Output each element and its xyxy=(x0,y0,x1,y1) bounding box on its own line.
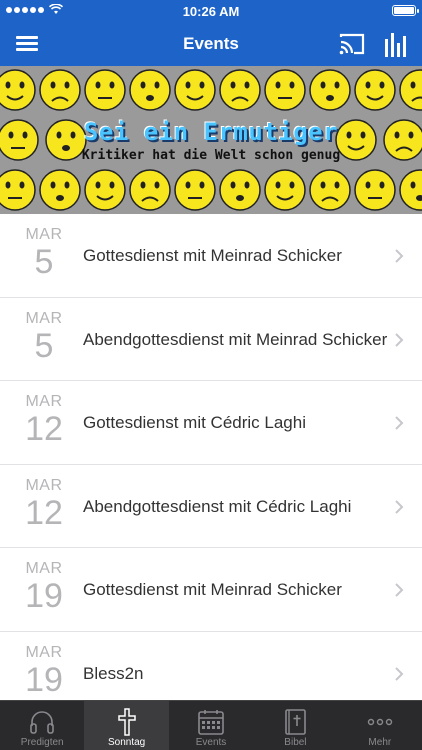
calendar-icon xyxy=(198,710,224,735)
tab-sonntag[interactable]: Sonntag xyxy=(84,701,169,750)
status-time: 10:26 AM xyxy=(182,4,240,19)
emoji-face xyxy=(174,69,216,111)
event-title: Gottesdienst mit Cédric Laghi xyxy=(83,413,306,432)
tab-label: Events xyxy=(195,737,227,748)
tab-bar: Predigten Sonntag Events Bibel Mehr xyxy=(0,700,422,750)
emoji-face xyxy=(354,69,396,111)
emoji-face xyxy=(264,69,306,111)
emoji-face xyxy=(309,169,351,211)
tab-label: Mehr xyxy=(368,737,392,748)
event-day: 12 xyxy=(25,410,63,448)
event-month: MAR xyxy=(25,309,63,327)
emoji-face xyxy=(84,69,126,111)
event-day: 12 xyxy=(25,493,63,532)
event-date: MAR 12 xyxy=(22,477,66,531)
event-title: Abendgottesdienst mit Cédric Laghi xyxy=(83,496,352,516)
emoji-face xyxy=(264,169,306,211)
bar-chart-icon[interactable] xyxy=(384,31,408,57)
event-list: MAR 5 Gottesdienst mit Meinrad Schicker … xyxy=(0,214,422,715)
event-date: MAR 5 xyxy=(22,310,66,364)
emoji-face xyxy=(39,69,81,111)
tab-bibel[interactable]: Bibel xyxy=(253,701,337,750)
event-month: MAR xyxy=(25,393,63,410)
event-month: MAR xyxy=(25,560,63,577)
event-row[interactable]: MAR 5 Gottesdienst mit Meinrad Schicker xyxy=(0,214,422,298)
bible-icon xyxy=(285,709,307,735)
chevron-right-icon xyxy=(395,666,404,681)
event-title: Bless2n xyxy=(83,663,144,683)
cross-icon xyxy=(117,708,136,736)
emoji-face xyxy=(399,169,422,211)
event-title: Gottesdienst mit Meinrad Schicker xyxy=(83,580,342,599)
nav-bar: Events xyxy=(0,22,422,66)
tab-label: Predigten xyxy=(20,737,64,748)
headphones-icon xyxy=(30,711,55,734)
event-title: Abendgottesdienst mit Meinrad Schicker xyxy=(83,329,388,349)
chevron-right-icon xyxy=(395,249,404,263)
event-month: MAR xyxy=(25,476,63,494)
emoji-face xyxy=(219,69,261,111)
status-bar: 10:26 AM xyxy=(0,0,422,22)
banner-subtitle: Kritiker hat die Welt schon genug xyxy=(81,148,341,163)
battery-icon xyxy=(392,5,419,16)
event-day: 19 xyxy=(25,660,63,699)
chevron-right-icon xyxy=(395,583,404,597)
tab-label: Bibel xyxy=(284,737,307,748)
banner-title: Sei ein Ermutiger xyxy=(83,118,339,146)
event-row[interactable]: MAR 12 Abendgottesdienst mit Cédric Lagh… xyxy=(0,464,422,548)
emoji-face xyxy=(174,169,216,211)
event-day: 19 xyxy=(25,577,63,615)
event-date: MAR 19 xyxy=(22,644,66,698)
event-date: MAR 5 xyxy=(22,226,66,280)
event-title: Gottesdienst mit Meinrad Schicker xyxy=(83,246,342,265)
emoji-face xyxy=(399,69,422,111)
event-row[interactable]: MAR 12 Gottesdienst mit Cédric Laghi xyxy=(0,381,422,465)
tab-mehr[interactable]: Mehr xyxy=(338,701,422,750)
event-day: 5 xyxy=(34,243,54,281)
emoji-face xyxy=(129,169,171,211)
event-banner: Sei ein Ermutiger Kritiker hat die Welt … xyxy=(0,66,422,214)
chevron-right-icon xyxy=(395,416,404,430)
event-date: MAR 19 xyxy=(22,560,66,614)
event-row[interactable]: MAR 19 Gottesdienst mit Meinrad Schicker xyxy=(0,548,422,632)
emoji-face xyxy=(0,169,36,211)
chevron-right-icon xyxy=(395,499,404,514)
event-date: MAR 12 xyxy=(22,393,66,447)
emoji-face xyxy=(129,69,171,111)
emoji-face xyxy=(219,169,261,211)
more-icon xyxy=(367,718,393,726)
emoji-face xyxy=(309,69,351,111)
emoji-face xyxy=(84,169,126,211)
emoji-face xyxy=(354,169,396,211)
event-row[interactable]: MAR 5 Abendgottesdienst mit Meinrad Schi… xyxy=(0,297,422,381)
emoji-face xyxy=(0,69,36,111)
event-month: MAR xyxy=(25,643,63,661)
emoji-face xyxy=(39,169,81,211)
event-month: MAR xyxy=(25,226,63,243)
event-day: 5 xyxy=(34,326,54,365)
chevron-right-icon xyxy=(395,332,404,347)
tab-label: Sonntag xyxy=(107,737,146,748)
cast-icon[interactable] xyxy=(338,32,366,56)
tab-events[interactable]: Events xyxy=(169,701,253,750)
tab-predigten[interactable]: Predigten xyxy=(0,701,84,750)
